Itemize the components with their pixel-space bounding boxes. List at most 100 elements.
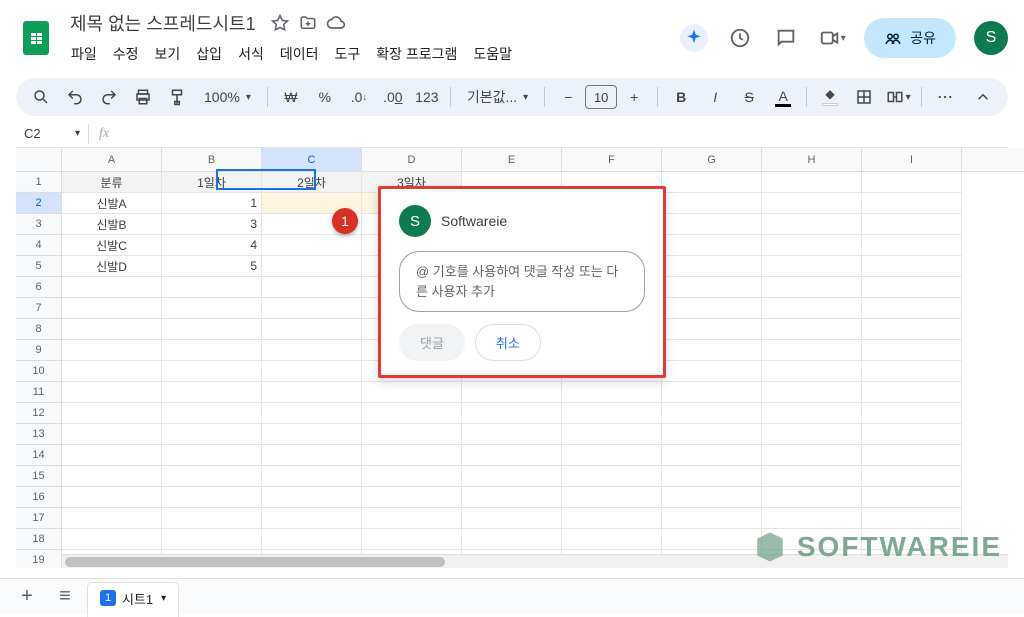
number-format-button[interactable]: 123 [412, 82, 442, 112]
italic-button[interactable]: I [700, 82, 730, 112]
cell[interactable] [162, 277, 262, 298]
percent-button[interactable]: % [310, 82, 340, 112]
cell[interactable] [662, 214, 762, 235]
cell[interactable] [162, 445, 262, 466]
font-select[interactable]: 기본값...▾ [459, 82, 536, 112]
cell[interactable]: 신발A [62, 193, 162, 214]
comment-input[interactable]: @ 기호를 사용하여 댓글 작성 또는 다른 사용자 추가 [399, 251, 645, 312]
cell[interactable] [762, 193, 862, 214]
cell[interactable] [762, 424, 862, 445]
cell[interactable] [662, 361, 762, 382]
cell[interactable] [562, 466, 662, 487]
fontsize-input[interactable]: 10 [585, 85, 617, 109]
row-header[interactable]: 5 [16, 256, 62, 277]
cell[interactable] [162, 403, 262, 424]
cell[interactable] [262, 424, 362, 445]
row-header[interactable]: 16 [16, 487, 62, 508]
cell[interactable] [862, 508, 962, 529]
row-header[interactable]: 11 [16, 382, 62, 403]
cell[interactable]: 신발B [62, 214, 162, 235]
cell[interactable] [462, 424, 562, 445]
cell[interactable] [462, 508, 562, 529]
cell[interactable] [362, 466, 462, 487]
column-header[interactable]: G [662, 148, 762, 171]
cell[interactable] [262, 256, 362, 277]
cell[interactable] [862, 403, 962, 424]
cell[interactable] [162, 508, 262, 529]
cell[interactable] [862, 214, 962, 235]
column-header[interactable]: D [362, 148, 462, 171]
cell[interactable]: 4 [162, 235, 262, 256]
menu-item[interactable]: 도움말 [466, 40, 519, 68]
cell[interactable] [162, 424, 262, 445]
cell[interactable] [62, 487, 162, 508]
cell[interactable] [462, 529, 562, 550]
text-color-button[interactable]: A [768, 82, 798, 112]
cell[interactable] [62, 319, 162, 340]
cell[interactable] [762, 172, 862, 193]
cell[interactable] [862, 277, 962, 298]
column-header[interactable]: I [862, 148, 962, 171]
borders-button[interactable] [849, 82, 879, 112]
cell[interactable] [862, 340, 962, 361]
row-header[interactable]: 13 [16, 424, 62, 445]
cell[interactable] [62, 529, 162, 550]
paint-format-icon[interactable] [162, 82, 192, 112]
cell[interactable] [762, 403, 862, 424]
increase-decimal-icon[interactable]: .00 [378, 82, 408, 112]
column-header[interactable]: H [762, 148, 862, 171]
cell[interactable] [762, 256, 862, 277]
cell[interactable]: 분류 [62, 172, 162, 193]
cell[interactable] [262, 508, 362, 529]
menu-item[interactable]: 확장 프로그램 [369, 40, 464, 68]
account-avatar[interactable]: S [974, 21, 1008, 55]
strikethrough-button[interactable]: S [734, 82, 764, 112]
cell[interactable] [462, 403, 562, 424]
cell[interactable] [862, 466, 962, 487]
cell[interactable]: 5 [162, 256, 262, 277]
cell[interactable] [662, 508, 762, 529]
cell[interactable] [662, 529, 762, 550]
cell[interactable] [662, 235, 762, 256]
cell[interactable]: 신발C [62, 235, 162, 256]
cell[interactable] [862, 298, 962, 319]
print-icon[interactable] [128, 82, 158, 112]
cell[interactable] [462, 487, 562, 508]
comments-icon[interactable] [772, 24, 800, 52]
cell[interactable] [262, 487, 362, 508]
cell[interactable] [662, 445, 762, 466]
cell[interactable] [662, 256, 762, 277]
menu-item[interactable]: 서식 [231, 40, 271, 68]
document-title[interactable]: 제목 없는 스프레드시트1 [64, 8, 262, 38]
row-headers[interactable]: 12345678910111213141516171819 [16, 172, 62, 568]
currency-button[interactable]: ₩ [276, 82, 306, 112]
collapse-toolbar-icon[interactable] [968, 82, 998, 112]
cell[interactable] [762, 445, 862, 466]
cell[interactable] [662, 298, 762, 319]
cell[interactable] [262, 529, 362, 550]
cell[interactable] [862, 256, 962, 277]
row-header[interactable]: 15 [16, 466, 62, 487]
menu-item[interactable]: 삽입 [189, 40, 229, 68]
history-icon[interactable] [726, 24, 754, 52]
cell[interactable] [262, 466, 362, 487]
cell[interactable] [762, 277, 862, 298]
cell[interactable] [662, 193, 762, 214]
cell[interactable] [762, 466, 862, 487]
cell[interactable] [862, 424, 962, 445]
menu-item[interactable]: 파일 [64, 40, 104, 68]
column-header[interactable]: A [62, 148, 162, 171]
cell[interactable] [462, 445, 562, 466]
row-header[interactable]: 1 [16, 172, 62, 193]
cell[interactable] [62, 361, 162, 382]
cell[interactable] [162, 382, 262, 403]
cell[interactable]: 2일차 [262, 172, 362, 193]
cell[interactable] [662, 277, 762, 298]
cell[interactable]: 3 [162, 214, 262, 235]
cell[interactable] [62, 508, 162, 529]
cell[interactable] [662, 340, 762, 361]
cell[interactable] [862, 487, 962, 508]
cell[interactable] [362, 382, 462, 403]
add-sheet-button[interactable]: + [12, 582, 42, 612]
sheets-logo[interactable] [16, 18, 56, 58]
